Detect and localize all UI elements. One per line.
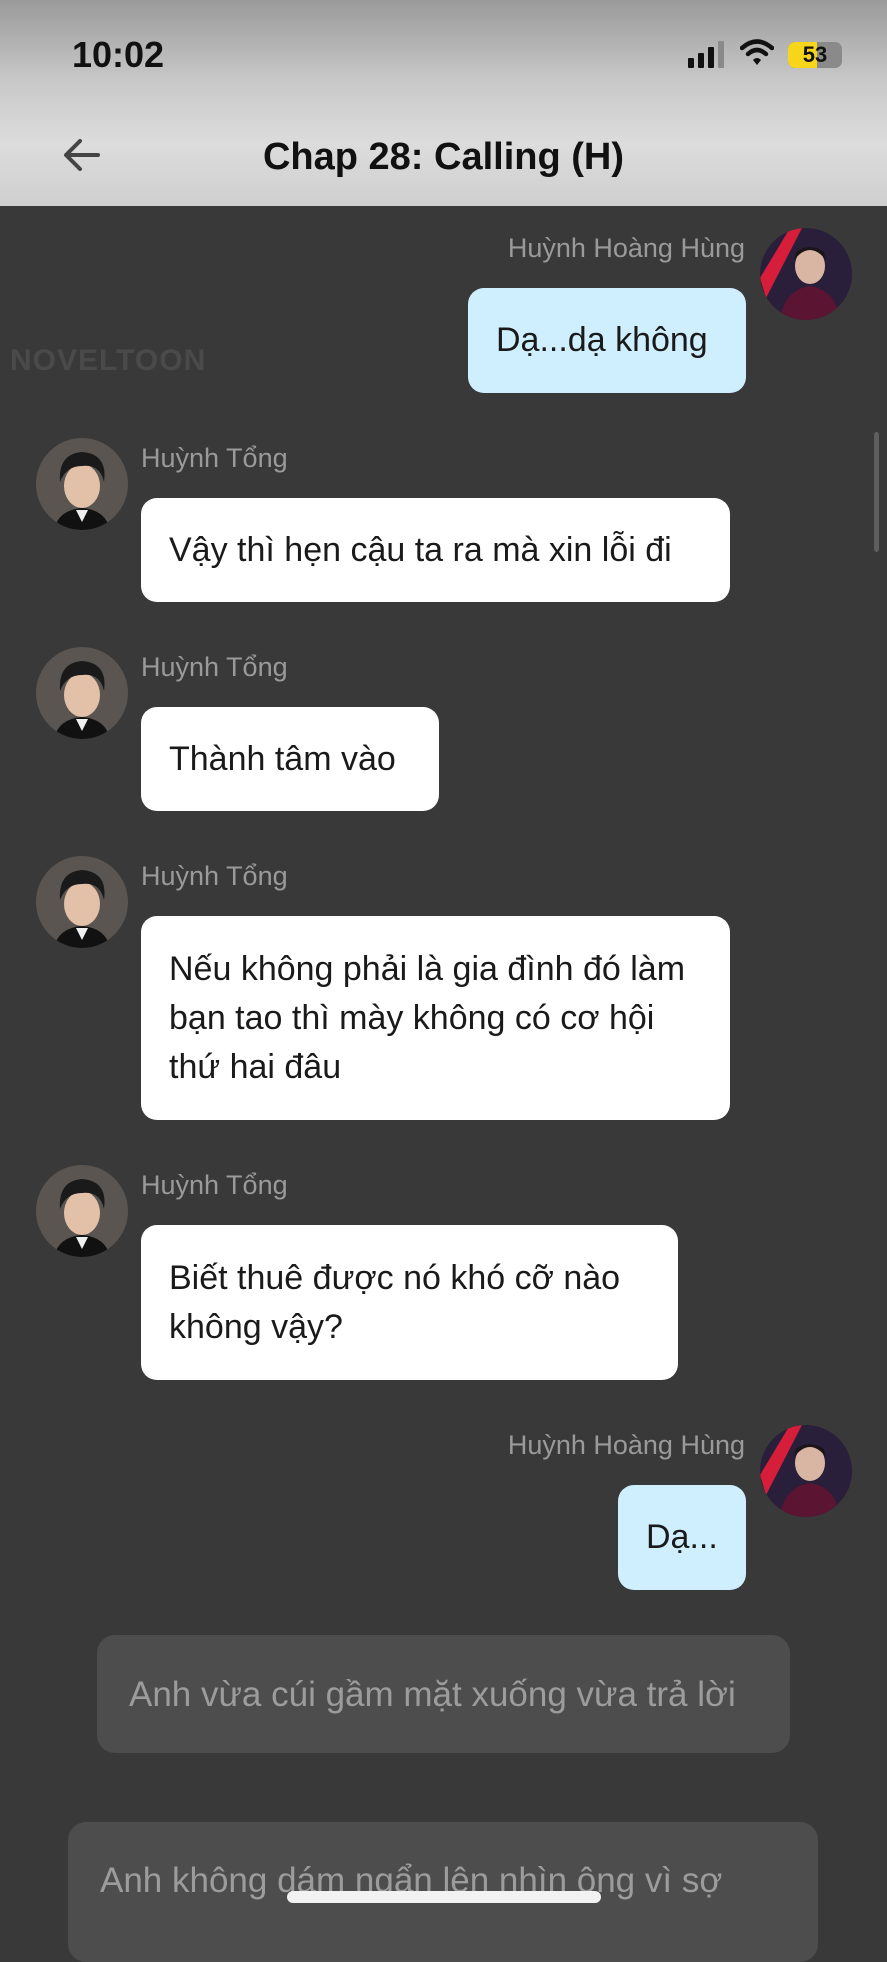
wifi-icon [740,39,774,65]
sender-name: Huỳnh Tổng [141,652,288,682]
message-bubble[interactable]: Biết thuê được nó khó cỡ nào không vậy? [141,1225,678,1380]
battery-icon: 53 [788,42,842,68]
avatar-huynh-tong[interactable] [36,438,128,530]
avatar-huynh-hoang-hung[interactable] [760,228,852,320]
cellular-signal-icon [688,40,724,68]
watermark-logo: NOVELTOON [10,344,207,377]
narration-box[interactable]: Anh vừa cúi gầm mặt xuống vừa trả lời [97,1635,790,1753]
chapter-title: Chap 28: Calling (H) [262,136,625,178]
sender-name: Huỳnh Tổng [141,443,288,473]
avatar-huynh-hoang-hung[interactable] [760,1425,852,1517]
sender-name: Huỳnh Hoàng Hùng [507,233,745,263]
message-bubble[interactable]: Nếu không phải là gia đình đó làm bạn ta… [141,916,730,1120]
battery-level: 53 [802,42,828,67]
top-bar: 10:02 53 Chap 28: Calling (H) [0,0,887,206]
scrollbar[interactable] [874,432,879,552]
message-bubble[interactable]: Vậy thì hẹn cậu ta ra mà xin lỗi đi [141,498,730,602]
message-bubble[interactable]: Dạ...dạ không [468,288,746,393]
avatar-huynh-tong[interactable] [36,856,128,948]
avatar-huynh-tong[interactable] [36,1165,128,1257]
message-bubble[interactable]: Dạ... [618,1485,746,1590]
sender-name: Huỳnh Tổng [141,861,288,891]
message-bubble[interactable]: Thành tâm vào [141,707,439,811]
sender-name: Huỳnh Hoàng Hùng [507,1430,745,1460]
avatar-huynh-tong[interactable] [36,647,128,739]
home-indicator[interactable] [287,1891,601,1903]
status-time: 10:02 [72,34,165,75]
sender-name: Huỳnh Tổng [141,1170,288,1200]
